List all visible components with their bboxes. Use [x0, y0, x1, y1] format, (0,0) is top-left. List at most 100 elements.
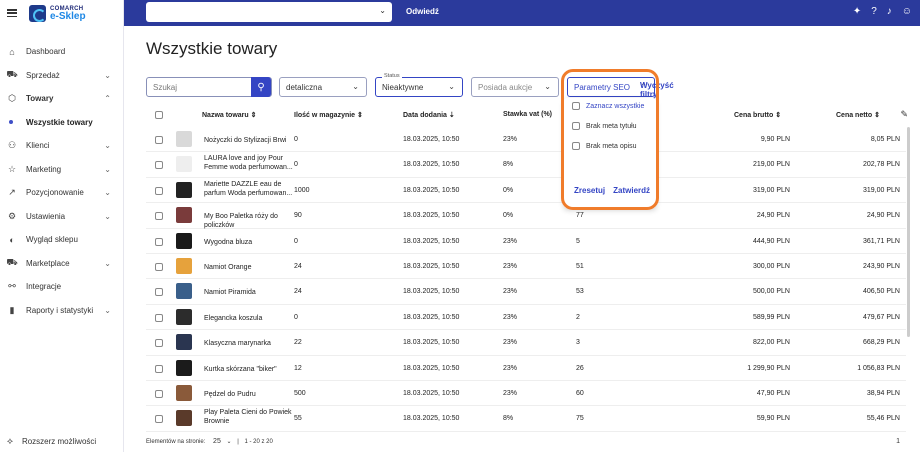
- table-row[interactable]: Namiot Orange 24 18.03.2025, 10:50 23% 5…: [146, 254, 906, 280]
- product-name[interactable]: Klasyczna marynarka: [204, 339, 294, 348]
- checkbox[interactable]: [572, 122, 580, 130]
- column-name[interactable]: Nazwa towaru ⇕: [202, 111, 257, 119]
- sidebar-item-sprzedaz[interactable]: ⛟ Sprzedaż ⌄: [0, 64, 123, 88]
- cart-icon: ⛟: [6, 257, 18, 268]
- date-cell: 18.03.2025, 10:50: [403, 161, 460, 169]
- gear-icon: ⚙: [7, 210, 17, 221]
- sidebar-item-wszystkie-towary[interactable]: Wszystkie towary: [0, 111, 123, 135]
- row-checkbox[interactable]: [155, 262, 163, 271]
- help-icon[interactable]: ?: [871, 6, 877, 17]
- table-row[interactable]: Kurtka skórzana "biker" 12 18.03.2025, 1…: [146, 356, 906, 381]
- sidebar-item-marketing[interactable]: ☆ Marketing ⌄: [0, 158, 123, 182]
- product-name[interactable]: Mariette DAZZLE eau de parfum Woda perfu…: [204, 180, 294, 198]
- product-name[interactable]: Kurtka skórzana "biker": [204, 365, 294, 374]
- date-cell: 18.03.2025, 10:50: [403, 313, 460, 321]
- row-checkbox[interactable]: [155, 415, 163, 424]
- main-content: Wszystkie towary Szukaj ⚲ detaliczna ⌄ S…: [124, 26, 920, 452]
- palette-icon: ◐: [9, 234, 15, 245]
- row-checkbox[interactable]: [155, 237, 163, 246]
- user-icon[interactable]: ☺: [902, 6, 912, 17]
- select-all-checkbox[interactable]: [155, 111, 163, 119]
- column-date[interactable]: Data dodania ⇣: [403, 111, 455, 119]
- sidebar-item-towary[interactable]: ⬡ Towary ⌃: [0, 87, 123, 111]
- net-price-cell: 243,90 PLN: [863, 262, 900, 270]
- sidebar-item-integracje[interactable]: ⚯ Integracje: [0, 275, 123, 299]
- sidebar-item-klienci[interactable]: ⚇ Klienci ⌄: [0, 134, 123, 158]
- price-type-select[interactable]: detaliczna ⌄: [279, 77, 367, 97]
- seo-option-no-meta-description[interactable]: Brak meta opisu: [572, 142, 637, 150]
- table-row[interactable]: Wygodna bluza 0 18.03.2025, 10:50 23% 5 …: [146, 229, 906, 254]
- product-name[interactable]: My Boo Paletka róży do policzków: [204, 212, 294, 230]
- table-row[interactable]: Elegancka koszula 0 18.03.2025, 10:50 23…: [146, 305, 906, 331]
- table-row[interactable]: Play Paleta Cieni do Powiek Brownie 55 1…: [146, 406, 906, 432]
- table-row[interactable]: Mariette DAZZLE eau de parfum Woda perfu…: [146, 178, 906, 204]
- product-thumbnail: [176, 257, 192, 274]
- auction-select[interactable]: Posiada aukcje ⌄: [471, 77, 559, 97]
- bell-icon[interactable]: ♪: [887, 6, 892, 17]
- expand-capabilities-link[interactable]: ⟡ Rozszerz możliwości: [7, 436, 96, 447]
- column-net[interactable]: Cena netto ⇕: [836, 111, 880, 119]
- sparkle-icon[interactable]: ✦: [853, 6, 861, 17]
- row-checkbox[interactable]: [155, 389, 163, 398]
- table-header: Nazwa towaru ⇕ Ilość w magazynie ⇕ Data …: [146, 107, 906, 123]
- gross-price-cell: 589,99 PLN: [753, 313, 790, 321]
- table-row[interactable]: Namiot Piramida 24 18.03.2025, 10:50 23%…: [146, 279, 906, 305]
- status-select[interactable]: Status Nieaktywne ⌄: [375, 73, 463, 97]
- table-row[interactable]: My Boo Paletka róży do policzków 90 18.0…: [146, 203, 906, 230]
- sidebar-item-pozycjonowanie[interactable]: ↗ Pozycjonowanie ⌄: [0, 181, 123, 205]
- sidebar-item-ustawienia[interactable]: ⚙ Ustawienia ⌄: [0, 205, 123, 229]
- vat-cell: 23%: [503, 364, 518, 372]
- gross-price-cell: 500,00 PLN: [753, 288, 790, 296]
- row-checkbox[interactable]: [155, 339, 163, 348]
- brand-logo-icon: [29, 4, 46, 22]
- table-row[interactable]: Nożyczki do Stylizacji Brwi 0 18.03.2025…: [146, 127, 906, 153]
- product-name[interactable]: Namiot Piramida: [204, 288, 294, 297]
- row-checkbox[interactable]: [155, 313, 163, 322]
- column-gross[interactable]: Cena brutto ⇕: [734, 111, 781, 119]
- gross-price-cell: 319,00 PLN: [753, 186, 790, 194]
- row-checkbox[interactable]: [155, 364, 163, 373]
- row-checkbox[interactable]: [155, 186, 163, 195]
- sidebar-item-wyglad-sklepu[interactable]: ◐ Wygląd sklepu: [0, 228, 123, 252]
- table-row[interactable]: Klasyczna marynarka 22 18.03.2025, 10:50…: [146, 330, 906, 356]
- edit-columns-icon[interactable]: ✎: [900, 109, 908, 120]
- row-checkbox[interactable]: [155, 161, 163, 170]
- product-name[interactable]: Wygodna bluza: [204, 238, 294, 247]
- column-vat[interactable]: Stawka vat (%): [503, 111, 552, 118]
- per-page-select[interactable]: 25: [213, 438, 221, 445]
- seo-option-select-all[interactable]: Zaznacz wszystkie: [572, 102, 644, 110]
- row-checkbox[interactable]: [155, 288, 163, 297]
- page-number[interactable]: 1: [896, 438, 900, 445]
- column-stock[interactable]: Ilość w magazynie ⇕: [294, 111, 363, 119]
- product-name[interactable]: Pędzel do Pudru: [204, 390, 294, 399]
- product-name[interactable]: Nożyczki do Stylizacji Brwi: [204, 136, 294, 145]
- store-select[interactable]: ⌄: [146, 2, 392, 22]
- scrollbar[interactable]: [907, 127, 910, 337]
- product-name[interactable]: Namiot Orange: [204, 263, 294, 272]
- sidebar-item-marketplace[interactable]: ⛟ Marketplace ⌄: [0, 252, 123, 276]
- sidebar-item-dashboard[interactable]: ⌂ Dashboard: [0, 40, 123, 64]
- extra-cell: 5: [576, 237, 580, 245]
- product-name[interactable]: LAURA love and joy Pour Femme woda perfu…: [204, 154, 294, 172]
- product-name[interactable]: Play Paleta Cieni do Powiek Brownie: [204, 408, 294, 426]
- extra-cell: 2: [576, 313, 580, 321]
- sidebar-item-raporty[interactable]: ▮ Raporty i statystyki ⌄: [0, 299, 123, 323]
- seo-option-no-meta-title[interactable]: Brak meta tytułu: [572, 122, 637, 130]
- product-name[interactable]: Elegancka koszula: [204, 314, 294, 323]
- topbar: ⌄ Odwiedź ✦ ? ♪ ☺: [124, 0, 920, 26]
- confirm-button[interactable]: Zatwierdź: [613, 186, 650, 195]
- table-row[interactable]: Pędzel do Pudru 500 18.03.2025, 10:50 23…: [146, 381, 906, 407]
- table-row[interactable]: LAURA love and joy Pour Femme woda perfu…: [146, 152, 906, 178]
- hamburger-icon[interactable]: [7, 9, 17, 17]
- checkbox[interactable]: [572, 142, 580, 150]
- reset-button[interactable]: Zresetuj: [574, 186, 605, 195]
- row-checkbox[interactable]: [155, 136, 163, 144]
- net-price-cell: 1 056,83 PLN: [857, 364, 900, 372]
- visit-button[interactable]: Odwiedź: [406, 7, 439, 16]
- table-body: Nożyczki do Stylizacji Brwi 0 18.03.2025…: [146, 127, 906, 432]
- checkbox[interactable]: [572, 102, 580, 110]
- row-checkbox[interactable]: [155, 212, 163, 221]
- search-button[interactable]: ⚲: [251, 77, 271, 97]
- product-thumbnail: [176, 131, 192, 147]
- clear-filters-link[interactable]: Wyczyść filtry: [640, 81, 674, 99]
